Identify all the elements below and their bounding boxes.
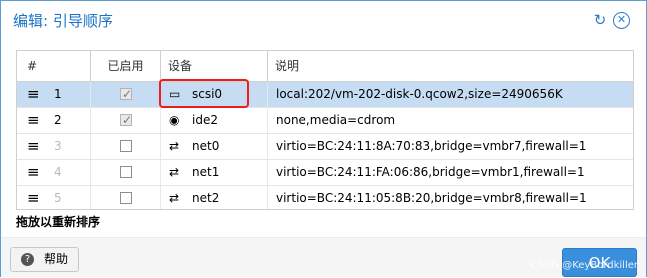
drag-handle-icon[interactable]: ≡ bbox=[27, 139, 40, 154]
table-row[interactable]: ≡ 3 ⇄ net0 virtio=BC:24:11:8A:70:83,bridge… bbox=[17, 134, 633, 160]
description-cell: local:202/vm-202-disk-0.qcow2,size=24906… bbox=[268, 82, 633, 107]
device-cell: ⇄ net2 bbox=[161, 186, 268, 209]
table-row[interactable]: ≡ 5 ⇄ net2 virtio=BC:24:11:05:8B:20,bridge… bbox=[17, 186, 633, 209]
network-icon: ⇄ bbox=[169, 191, 180, 205]
boot-order-table: # 已启用 设备 说明 ≡1 ▭scsi0 local:202/vm-202-d… bbox=[16, 50, 634, 210]
row-index: 2 bbox=[54, 113, 62, 127]
column-header-enabled[interactable]: 已启用 bbox=[91, 51, 161, 81]
device-description: virtio=BC:24:11:FA:06:86,bridge=vmbr1,fi… bbox=[276, 165, 585, 179]
watermark-text: CSDN @KeyBordkiller bbox=[530, 260, 638, 271]
drag-cell[interactable]: ≡ 5 bbox=[17, 186, 91, 209]
column-header-description[interactable]: 说明 bbox=[268, 51, 633, 81]
enabled-checkbox[interactable] bbox=[120, 140, 132, 152]
table-row[interactable]: ≡1 ▭scsi0 local:202/vm-202-disk-0.qcow2,… bbox=[17, 82, 633, 108]
enabled-cell[interactable] bbox=[91, 186, 161, 209]
drag-handle-icon[interactable]: ≡ bbox=[27, 87, 40, 102]
column-header-index[interactable]: # bbox=[17, 51, 91, 81]
question-icon: ? bbox=[21, 253, 34, 266]
enabled-cell[interactable] bbox=[91, 134, 161, 159]
device-description: none,media=cdrom bbox=[276, 113, 396, 127]
drag-handle-icon[interactable]: ≡ bbox=[27, 113, 40, 128]
device-name: net2 bbox=[192, 191, 220, 205]
table-row[interactable]: ≡ 4 ⇄ net1 virtio=BC:24:11:FA:06:86,bridge… bbox=[17, 160, 633, 186]
drag-handle-icon[interactable]: ≡ bbox=[27, 165, 40, 180]
device-description: virtio=BC:24:11:8A:70:83,bridge=vmbr7,fi… bbox=[276, 139, 587, 153]
enabled-cell[interactable] bbox=[91, 160, 161, 185]
enabled-checkbox[interactable] bbox=[120, 192, 132, 204]
description-cell: virtio=BC:24:11:05:8B:20,bridge=vmbr8,fi… bbox=[268, 186, 633, 209]
device-description: local:202/vm-202-disk-0.qcow2,size=24906… bbox=[276, 87, 563, 101]
row-index: 1 bbox=[54, 87, 62, 101]
device-name: net0 bbox=[192, 139, 220, 153]
dialog-footer: ? 帮助 OK CSDN @KeyBordkiller bbox=[1, 237, 646, 277]
device-cell: ◉ ide2 bbox=[161, 108, 268, 133]
drag-cell[interactable]: ≡ 4 bbox=[17, 160, 91, 185]
row-index: 5 bbox=[54, 191, 62, 205]
help-label: 帮助 bbox=[44, 252, 69, 266]
close-icon[interactable]: ✕ bbox=[613, 12, 630, 29]
enabled-checkbox[interactable] bbox=[120, 166, 132, 178]
cdrom-icon: ◉ bbox=[169, 113, 180, 127]
enabled-cell[interactable] bbox=[91, 82, 161, 107]
table-row[interactable]: ≡2 ◉ide2 none,media=cdrom bbox=[17, 108, 633, 134]
reorder-hint: 拖放以重新排序 bbox=[16, 215, 101, 229]
network-icon: ⇄ bbox=[169, 165, 180, 179]
device-cell: ⇄ net0 bbox=[161, 134, 268, 159]
drag-cell[interactable]: ≡ 2 bbox=[17, 108, 91, 133]
description-cell: virtio=BC:24:11:FA:06:86,bridge=vmbr1,fi… bbox=[268, 160, 633, 185]
drag-handle-icon[interactable]: ≡ bbox=[27, 191, 40, 206]
description-cell: none,media=cdrom bbox=[268, 108, 633, 133]
device-description: virtio=BC:24:11:05:8B:20,bridge=vmbr8,fi… bbox=[276, 191, 587, 205]
row-index: 3 bbox=[54, 139, 62, 153]
enabled-checkbox[interactable] bbox=[120, 108, 132, 133]
device-highlight-outline bbox=[159, 79, 249, 108]
table-header: # 已启用 设备 说明 bbox=[17, 51, 633, 82]
description-cell: virtio=BC:24:11:8A:70:83,bridge=vmbr7,fi… bbox=[268, 134, 633, 159]
row-index: 4 bbox=[54, 165, 62, 179]
device-cell: ⇄ net1 bbox=[161, 160, 268, 185]
boot-order-dialog: 编辑: 引导顺序 ↻ ✕ # 已启用 设备 说明 ≡1 ▭scsi0 local… bbox=[0, 0, 647, 277]
network-icon: ⇄ bbox=[169, 139, 180, 153]
device-name: ide2 bbox=[192, 113, 218, 127]
dialog-title: 编辑: 引导顺序 bbox=[13, 12, 113, 30]
enabled-cell[interactable] bbox=[91, 108, 161, 133]
drag-cell[interactable]: ≡ 1 bbox=[17, 82, 91, 107]
drag-cell[interactable]: ≡ 3 bbox=[17, 134, 91, 159]
column-header-device[interactable]: 设备 bbox=[161, 51, 268, 81]
dialog-titlebar: 编辑: 引导顺序 ↻ ✕ bbox=[1, 1, 646, 39]
refresh-icon[interactable]: ↻ bbox=[591, 11, 609, 29]
enabled-checkbox[interactable] bbox=[120, 82, 132, 107]
device-name: net1 bbox=[192, 165, 220, 179]
help-button[interactable]: ? 帮助 bbox=[10, 247, 79, 272]
